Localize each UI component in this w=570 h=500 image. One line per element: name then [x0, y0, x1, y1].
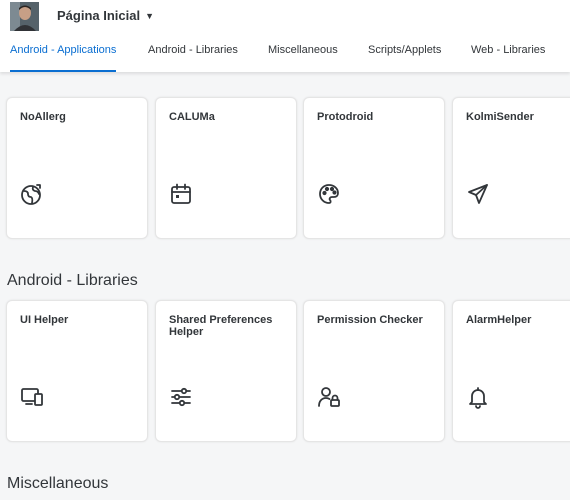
tile-noallerg[interactable]: NoAllerg — [6, 97, 148, 239]
tab-android-libraries[interactable]: Android - Libraries — [148, 44, 238, 72]
tab-miscellaneous[interactable]: Miscellaneous — [268, 44, 338, 72]
tile-alarmhelper[interactable]: AlarmHelper — [452, 300, 570, 442]
tile-title: Shared Preferences Helper — [169, 314, 273, 338]
tile-permission-checker[interactable]: Permission Checker — [303, 300, 445, 442]
tile-title: Permission Checker — [317, 314, 423, 326]
user-lock-icon — [317, 385, 341, 409]
page-title: Página Inicial — [57, 8, 141, 23]
tile-ui-helper[interactable]: UI Helper — [6, 300, 148, 442]
tab-scripts-applets[interactable]: Scripts/Applets — [368, 44, 441, 72]
tab-android-applications[interactable]: Android - Applications — [10, 44, 117, 72]
sliders-icon — [169, 385, 193, 409]
tile-shared-preferences-helper[interactable]: Shared Preferences Helper — [155, 300, 297, 442]
calendar-icon — [169, 182, 193, 206]
tile-title: KolmiSender — [466, 111, 534, 123]
section-title-miscellaneous: Miscellaneous — [7, 475, 109, 492]
caret-down-icon: ▼ — [145, 10, 155, 21]
tab-web-libraries[interactable]: Web - Libraries — [471, 44, 545, 72]
tile-title: UI Helper — [20, 314, 69, 326]
top-bar: Página Inicial ▼ Android - Applications … — [0, 0, 570, 72]
tile-protodroid[interactable]: Protodroid — [303, 97, 445, 239]
tab-bar: Android - Applications Android - Librari… — [0, 44, 570, 72]
tile-kolmisender[interactable]: KolmiSender — [452, 97, 570, 239]
devices-icon — [20, 385, 44, 409]
avatar[interactable] — [10, 2, 39, 31]
paper-plane-icon — [466, 182, 490, 206]
tile-title: NoAllerg — [20, 111, 66, 123]
tile-title: Protodroid — [317, 111, 374, 123]
tile-title: AlarmHelper — [466, 314, 532, 326]
globe-icon — [20, 182, 44, 206]
tile-title: CALUMa — [169, 111, 215, 123]
palette-icon — [317, 182, 341, 206]
bell-icon — [466, 385, 490, 409]
section-title-android-libraries: Android - Libraries — [7, 272, 138, 289]
page-title-menu[interactable]: Página Inicial ▼ — [57, 8, 154, 23]
tile-caluma[interactable]: CALUMa — [155, 97, 297, 239]
